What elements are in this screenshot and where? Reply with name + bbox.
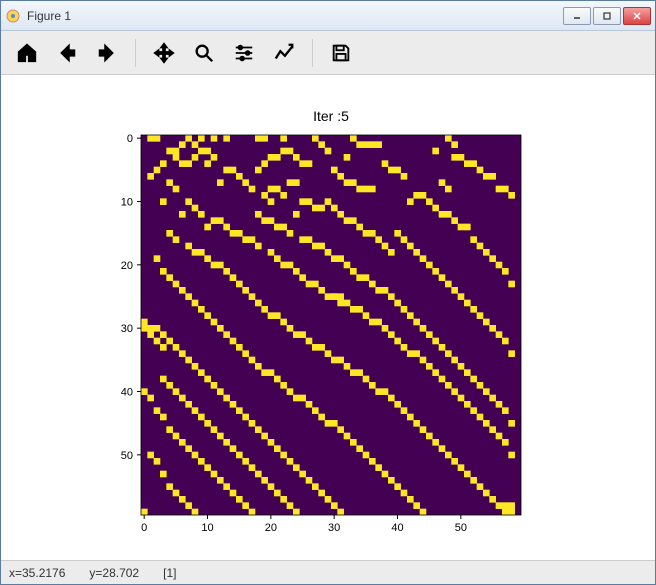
zoom-button[interactable] [186, 35, 222, 71]
titlebar[interactable]: Figure 1 [1, 1, 655, 31]
svg-text:10: 10 [121, 197, 133, 209]
window-title: Figure 1 [27, 9, 563, 23]
figure-window: Figure 1 [0, 0, 656, 585]
status-x: x=35.2176 [9, 566, 65, 580]
svg-text:Iter :5: Iter :5 [313, 108, 349, 124]
pan-button[interactable] [146, 35, 182, 71]
svg-text:40: 40 [391, 522, 403, 534]
app-icon [5, 8, 21, 24]
separator [135, 39, 136, 67]
maximize-button[interactable] [593, 7, 621, 25]
toolbar [1, 31, 655, 75]
status-y: y=28.702 [89, 566, 139, 580]
minimize-button[interactable] [563, 7, 591, 25]
close-button[interactable] [623, 7, 651, 25]
svg-text:20: 20 [121, 260, 133, 272]
separator [312, 39, 313, 67]
subplots-button[interactable] [226, 35, 262, 71]
statusbar: x=35.2176 y=28.702 [1] [1, 560, 655, 584]
window-controls [563, 7, 651, 25]
forward-button[interactable] [89, 35, 125, 71]
svg-text:30: 30 [121, 323, 133, 335]
svg-text:50: 50 [121, 450, 133, 462]
back-button[interactable] [49, 35, 85, 71]
svg-text:30: 30 [328, 522, 340, 534]
svg-text:40: 40 [121, 387, 133, 399]
status-val: [1] [163, 566, 176, 580]
svg-text:0: 0 [127, 133, 133, 145]
svg-text:0: 0 [141, 522, 147, 534]
save-button[interactable] [323, 35, 359, 71]
plot-area[interactable]: Iter :5 0 10 20 30 40 50 0 10 20 30 40 50 [1, 75, 655, 560]
svg-text:10: 10 [201, 522, 213, 534]
svg-text:20: 20 [265, 522, 277, 534]
svg-text:50: 50 [455, 522, 467, 534]
home-button[interactable] [9, 35, 45, 71]
edit-button[interactable] [266, 35, 302, 71]
